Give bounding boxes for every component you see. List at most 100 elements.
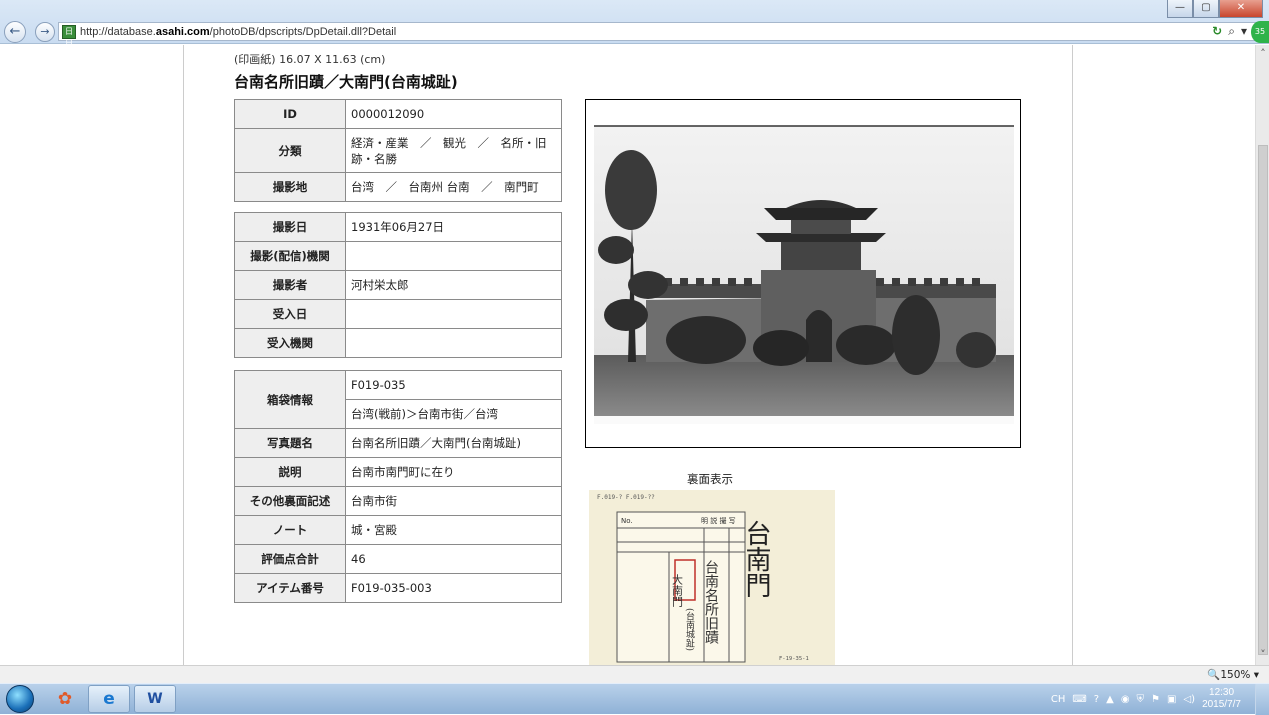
table-row: 撮影日 1931年06月27日 (234, 212, 562, 242)
page-viewport: (印画紙) 16.07 X 11.63 (cm) 台南名所旧蹟／大南門(台南城趾… (0, 45, 1255, 665)
shield-icon[interactable]: ⛨ (1137, 694, 1145, 705)
table-row: ID 0000012090 (234, 99, 562, 129)
info-table-shoot: 撮影日 1931年06月27日 撮影(配信)機関 撮影者 河村栄太郎 受入日 受… (234, 212, 562, 358)
svg-text:台南門: 台南門 (741, 520, 771, 598)
zoom-dropdown-icon[interactable]: ▾ (1254, 669, 1259, 681)
svg-text:F.019-? F.019-??: F.019-? F.019-?? (597, 494, 655, 501)
table-row: その他裏面記述 台南市街 (234, 486, 562, 516)
help-icon[interactable]: ? (1094, 694, 1099, 705)
back-button[interactable]: ← (4, 21, 26, 43)
photo-back-card[interactable]: F.019-? F.019-?? No. 明 説 撮 写 大南門 台南名所旧蹟 … (589, 490, 835, 665)
ime-indicator[interactable]: CH (1051, 694, 1066, 705)
network-icon[interactable]: ▣ (1167, 694, 1176, 705)
table-row: ノート 城・宮殿 (234, 515, 562, 545)
taskbar: ✿ e W CH ⌨ ? ▲ ◉ ⛨ ⚑ ▣ ◁) 12:30 2015/7/7 (0, 683, 1269, 715)
scroll-up-icon[interactable]: ˄ (1257, 47, 1269, 60)
system-tray: CH ⌨ ? ▲ ◉ ⛨ ⚑ ▣ ◁) 12:30 2015/7/7 (1051, 687, 1241, 711)
address-dropdown-icon[interactable]: ▾ (1241, 24, 1247, 39)
table-row: 分類 経済・産業 ／ 観光 ／ 名所・旧跡・名勝 (234, 128, 562, 173)
gate-photograph[interactable] (586, 100, 1020, 447)
svg-text:F-19-35-1: F-19-35-1 (779, 656, 809, 662)
clock-time: 12:30 (1209, 687, 1235, 698)
value-back-notes: 台南市街 (345, 486, 562, 516)
address-tools: ↻ ⌕ ▾ (1212, 24, 1247, 39)
label-agency: 撮影(配信)機関 (234, 241, 346, 271)
word-icon: W (147, 691, 163, 707)
forward-button[interactable]: → (35, 22, 55, 42)
photo-frame[interactable] (585, 99, 1021, 448)
value-received-date (345, 299, 562, 329)
taskbar-internet-explorer[interactable]: e (88, 685, 130, 713)
table-row: 撮影(配信)機関 (234, 241, 562, 271)
internet-explorer-icon: e (103, 689, 115, 709)
clock-date: 2015/7/7 (1202, 699, 1241, 710)
value-photographer: 河村栄太郎 (345, 270, 562, 300)
table-row: 評価点合計 46 (234, 544, 562, 574)
compatibility-icon[interactable]: ↻ (1212, 24, 1222, 39)
security-icon[interactable]: ◉ (1121, 694, 1130, 705)
svg-text:台南名所旧蹟: 台南名所旧蹟 (703, 560, 719, 645)
info-table-details: 箱袋情報 F019-035 台湾(戦前)＞台南市街／台湾 写真題名 台南名所旧蹟… (234, 370, 562, 603)
photo-back-image[interactable]: F.019-? F.019-?? No. 明 説 撮 写 大南門 台南名所旧蹟 … (589, 490, 835, 665)
back-side-label: 裏面表示 (687, 472, 733, 486)
table-row: 写真題名 台南名所旧蹟／大南門(台南城趾) (234, 428, 562, 458)
search-icon[interactable]: ⌕ (1228, 24, 1235, 39)
vertical-scrollbar[interactable]: ˄ ˅ (1255, 45, 1269, 665)
minimize-button[interactable]: — (1167, 0, 1193, 18)
keyboard-icon[interactable]: ⌨ (1072, 694, 1086, 705)
label-box-info: 箱袋情報 (234, 370, 346, 429)
url-text[interactable]: http://database.asahi.com/photoDB/dpscri… (80, 26, 396, 38)
flag-icon[interactable]: ⚑ (1151, 694, 1160, 705)
table-row: アイテム番号 F019-035-003 (234, 573, 562, 603)
app-icon: ✿ (57, 689, 73, 709)
value-description: 台南市南門町に在り (345, 457, 562, 487)
maximize-button[interactable]: ▢ (1193, 0, 1219, 18)
label-back-notes: その他裏面記述 (234, 486, 346, 516)
show-desktop-button[interactable] (1255, 684, 1269, 715)
label-description: 説明 (234, 457, 346, 487)
table-row: 説明 台南市南門町に在り (234, 457, 562, 487)
scrollbar-thumb[interactable] (1258, 145, 1268, 655)
paper-size-text: (印画紙) 16.07 X 11.63 (cm) (234, 53, 386, 66)
close-button[interactable]: ✕ (1219, 0, 1263, 18)
volume-icon[interactable]: ◁) (1183, 694, 1195, 705)
label-photographer: 撮影者 (234, 270, 346, 300)
svg-text:明 説 撮 写: 明 説 撮 写 (701, 516, 736, 525)
label-received-org: 受入機関 (234, 328, 346, 358)
scroll-down-icon[interactable]: ˅ (1257, 648, 1269, 661)
value-score: 46 (345, 544, 562, 574)
label-location: 撮影地 (234, 172, 346, 202)
label-photo-title: 写真題名 (234, 428, 346, 458)
zoom-control[interactable]: 🔍150% ▾ (1207, 668, 1259, 681)
svg-text:No.: No. (621, 517, 633, 525)
table-row: 受入日 (234, 299, 562, 329)
value-note: 城・宮殿 (345, 515, 562, 545)
value-date: 1931年06月27日 (345, 212, 562, 242)
zoom-level[interactable]: 🔍150% (1207, 669, 1250, 681)
table-row: 撮影地 台湾 ／ 台南州 台南 ／ 南門町 (234, 172, 562, 202)
clock[interactable]: 12:30 2015/7/7 (1202, 687, 1241, 711)
browser-chrome: — ▢ ✕ ← → 日日 http://database.asahi.com/p… (0, 0, 1269, 48)
notification-badge[interactable]: 35 (1251, 21, 1269, 43)
start-button[interactable] (6, 685, 34, 713)
label-id: ID (234, 99, 346, 129)
info-table-basic: ID 0000012090 分類 経済・産業 ／ 観光 ／ 名所・旧跡・名勝 撮… (234, 99, 562, 202)
value-id: 0000012090 (345, 99, 562, 129)
table-row: 箱袋情報 F019-035 (234, 370, 562, 429)
address-bar[interactable]: 日日 http://database.asahi.com/photoDB/dps… (58, 22, 1266, 48)
value-category: 経済・産業 ／ 観光 ／ 名所・旧跡・名勝 (345, 128, 562, 173)
value-box-id: F019-035 (345, 370, 562, 400)
site-favicon-icon: 日日 (62, 24, 76, 48)
taskbar-app-icon[interactable]: ✿ (44, 685, 86, 713)
svg-text:(台南城趾): (台南城趾) (684, 608, 695, 651)
page-title: 台南名所旧蹟／大南門(台南城趾) (234, 73, 458, 91)
value-item-number: F019-035-003 (345, 573, 562, 603)
label-received-date: 受入日 (234, 299, 346, 329)
taskbar-word[interactable]: W (134, 685, 176, 713)
table-row: 受入機関 (234, 328, 562, 358)
label-category: 分類 (234, 128, 346, 173)
label-item-number: アイテム番号 (234, 573, 346, 603)
show-hidden-icons[interactable]: ▲ (1106, 694, 1114, 705)
value-received-org (345, 328, 562, 358)
value-agency (345, 241, 562, 271)
